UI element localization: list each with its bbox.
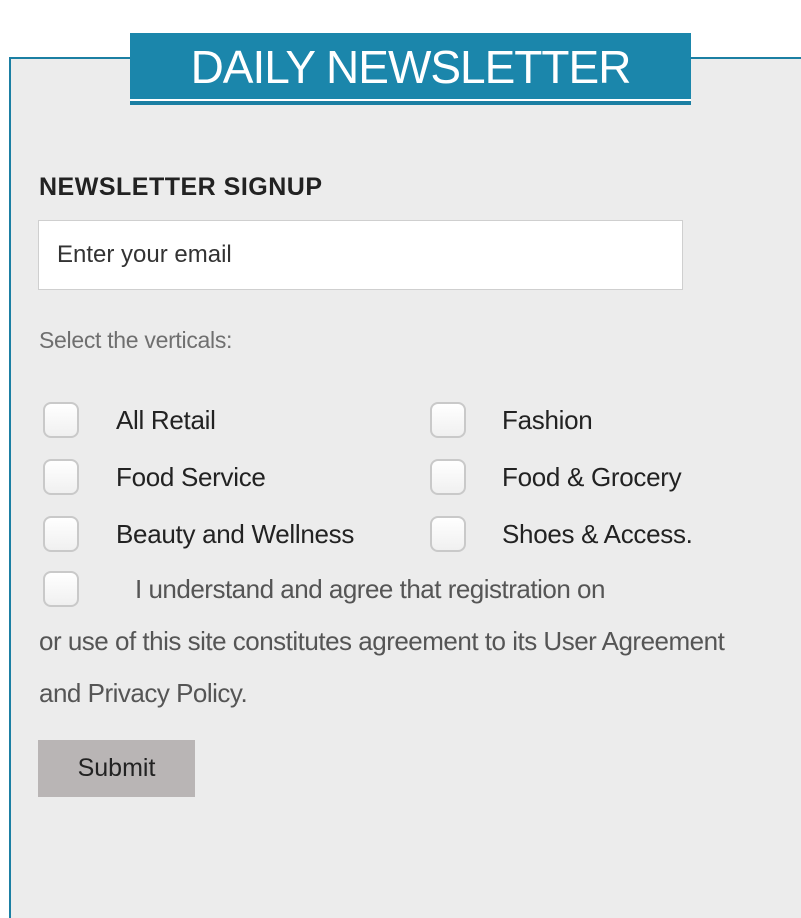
- agreement-line-rest: or use of this site constitutes agreemen…: [39, 626, 725, 708]
- submit-button[interactable]: Submit: [38, 740, 195, 797]
- vertical-option-beauty-wellness[interactable]: Beauty and Wellness: [43, 516, 354, 552]
- banner-title: DAILY NEWSLETTER: [190, 41, 632, 93]
- checkbox-food-service[interactable]: [43, 459, 79, 495]
- vertical-label: Food Service: [116, 461, 266, 492]
- vertical-label: All Retail: [116, 404, 216, 435]
- vertical-option-shoes-access[interactable]: Shoes & Access.: [430, 516, 693, 552]
- vertical-option-fashion[interactable]: Fashion: [430, 402, 593, 438]
- vertical-label: Shoes & Access.: [502, 518, 693, 549]
- email-input[interactable]: [38, 220, 683, 290]
- agreement-line-1: I understand and agree that registration…: [135, 574, 605, 604]
- banner-underline: [130, 99, 691, 105]
- vertical-label: Fashion: [502, 404, 593, 435]
- vertical-option-all-retail[interactable]: All Retail: [43, 402, 216, 438]
- newsletter-banner: DAILY NEWSLETTER: [130, 33, 691, 105]
- checkbox-shoes-access[interactable]: [430, 516, 466, 552]
- checkbox-all-retail[interactable]: [43, 402, 79, 438]
- checkbox-fashion[interactable]: [430, 402, 466, 438]
- verticals-label: Select the verticals:: [39, 327, 233, 353]
- checkbox-beauty-wellness[interactable]: [43, 516, 79, 552]
- agreement-text: I understand and agree that registration…: [39, 563, 769, 719]
- checkbox-food-grocery[interactable]: [430, 459, 466, 495]
- signup-heading: NEWSLETTER SIGNUP: [39, 173, 323, 201]
- vertical-label: Food & Grocery: [502, 461, 682, 492]
- vertical-label: Beauty and Wellness: [116, 518, 355, 549]
- vertical-option-food-grocery[interactable]: Food & Grocery: [430, 459, 682, 495]
- vertical-option-food-service[interactable]: Food Service: [43, 459, 266, 495]
